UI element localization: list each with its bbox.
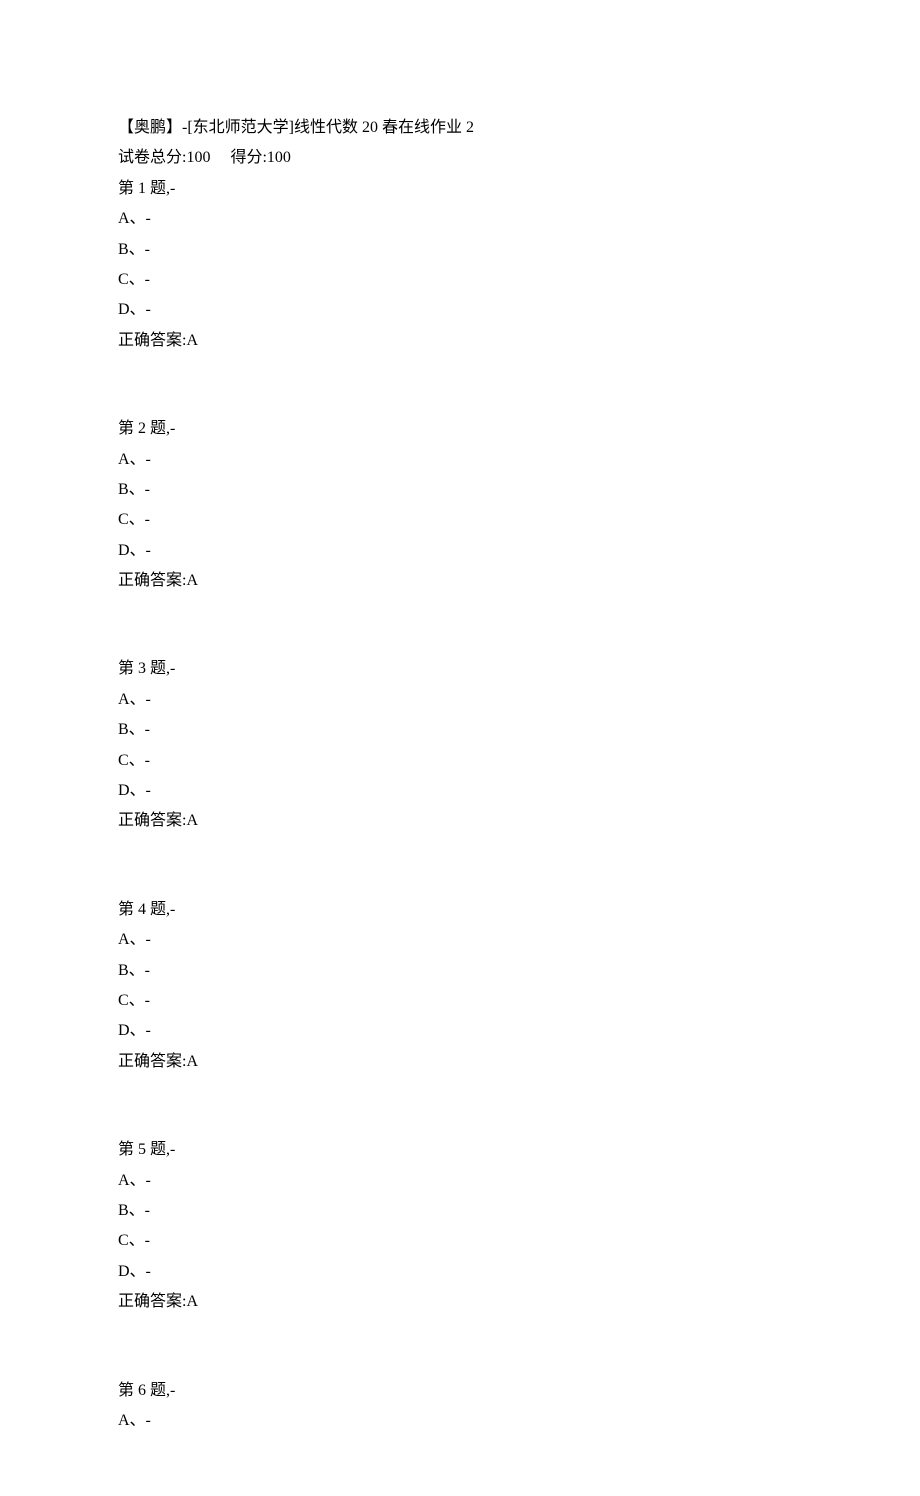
option-a: A、- [118, 204, 802, 234]
block-gap [118, 1318, 802, 1376]
question-title: 第 4 题,- [118, 895, 802, 925]
option-b: B、- [118, 235, 802, 265]
option-d: D、- [118, 295, 802, 325]
option-c: C、- [118, 265, 802, 295]
option-a: A、- [118, 445, 802, 475]
obtained-score-label: 得分:100 [230, 149, 290, 166]
question-block: 第 6 题,- A、- [118, 1376, 802, 1437]
option-c: C、- [118, 505, 802, 535]
option-a: A、- [118, 685, 802, 715]
score-gap [210, 149, 230, 166]
question-title: 第 2 题,- [118, 414, 802, 444]
question-title: 第 5 题,- [118, 1135, 802, 1165]
correct-answer: 正确答案:A [118, 1287, 802, 1317]
option-c: C、- [118, 986, 802, 1016]
total-score-label: 试卷总分:100 [118, 149, 210, 166]
document-title: 【奥鹏】-[东北师范大学]线性代数 20 春在线作业 2 [118, 113, 802, 143]
option-d: D、- [118, 776, 802, 806]
correct-answer: 正确答案:A [118, 326, 802, 356]
option-a: A、- [118, 1166, 802, 1196]
option-b: B、- [118, 956, 802, 986]
option-b: B、- [118, 715, 802, 745]
block-gap [118, 356, 802, 414]
score-line: 试卷总分:100 得分:100 [118, 143, 802, 173]
question-block: 第 4 题,- A、- B、- C、- D、- 正确答案:A [118, 895, 802, 1077]
option-d: D、- [118, 1016, 802, 1046]
question-block: 第 5 题,- A、- B、- C、- D、- 正确答案:A [118, 1135, 802, 1317]
option-a: A、- [118, 925, 802, 955]
document-page: 【奥鹏】-[东北师范大学]线性代数 20 春在线作业 2 试卷总分:100 得分… [0, 0, 920, 1496]
option-b: B、- [118, 475, 802, 505]
block-gap [118, 596, 802, 654]
option-b: B、- [118, 1196, 802, 1226]
option-d: D、- [118, 1257, 802, 1287]
question-block: 第 3 题,- A、- B、- C、- D、- 正确答案:A [118, 654, 802, 836]
correct-answer: 正确答案:A [118, 1047, 802, 1077]
option-a: A、- [118, 1406, 802, 1436]
option-c: C、- [118, 746, 802, 776]
question-title: 第 6 题,- [118, 1376, 802, 1406]
question-title: 第 1 题,- [118, 174, 802, 204]
question-block: 第 1 题,- A、- B、- C、- D、- 正确答案:A [118, 174, 802, 356]
option-c: C、- [118, 1226, 802, 1256]
block-gap [118, 837, 802, 895]
question-title: 第 3 题,- [118, 654, 802, 684]
question-block: 第 2 题,- A、- B、- C、- D、- 正确答案:A [118, 414, 802, 596]
block-gap [118, 1077, 802, 1135]
correct-answer: 正确答案:A [118, 806, 802, 836]
option-d: D、- [118, 536, 802, 566]
correct-answer: 正确答案:A [118, 566, 802, 596]
